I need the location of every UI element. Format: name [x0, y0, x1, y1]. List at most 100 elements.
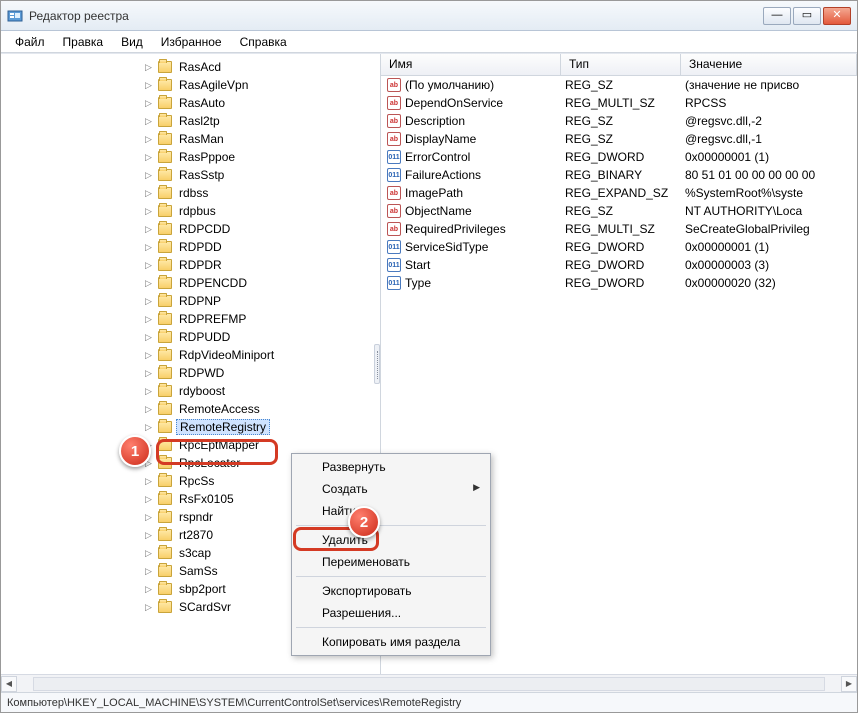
tree-node-label[interactable]: RDPNP: [176, 294, 224, 308]
value-row[interactable]: abDependOnServiceREG_MULTI_SZRPCSS: [381, 94, 857, 112]
value-row[interactable]: 011ErrorControlREG_DWORD0x00000001 (1): [381, 148, 857, 166]
tree-node[interactable]: ▷ RasPppoe: [141, 148, 380, 166]
tree-node[interactable]: ▷ RemoteRegistry: [141, 418, 380, 436]
value-row[interactable]: 011FailureActionsREG_BINARY80 51 01 00 0…: [381, 166, 857, 184]
menu-view[interactable]: Вид: [113, 33, 151, 51]
tree-node-label[interactable]: RemoteAccess: [176, 402, 263, 416]
expander-icon[interactable]: ▷: [143, 584, 154, 595]
value-name-cell[interactable]: 011FailureActions: [381, 168, 561, 182]
tree-node-label[interactable]: RpcLocator: [176, 456, 243, 470]
value-row[interactable]: 011TypeREG_DWORD0x00000020 (32): [381, 274, 857, 292]
tree-node-label[interactable]: SCardSvr: [176, 600, 234, 614]
expander-icon[interactable]: ▷: [143, 530, 154, 541]
value-name-cell[interactable]: 011ErrorControl: [381, 150, 561, 164]
minimize-button[interactable]: —: [763, 7, 791, 25]
tree-node-label[interactable]: RasAuto: [176, 96, 228, 110]
tree-node[interactable]: ▷RDPDD: [141, 238, 380, 256]
tree-node[interactable]: ▷RDPNP: [141, 292, 380, 310]
expander-icon[interactable]: ▷: [143, 206, 154, 217]
expander-icon[interactable]: ▷: [143, 404, 154, 415]
value-name-cell[interactable]: abDisplayName: [381, 132, 561, 146]
tree-node-label[interactable]: RDPDD: [176, 240, 225, 254]
tree-node[interactable]: ▷RasSstp: [141, 166, 380, 184]
tree-node-label[interactable]: RsFx0105: [176, 492, 237, 506]
expander-icon[interactable]: ▷: [143, 314, 154, 325]
ctx-delete[interactable]: Удалить: [294, 529, 488, 551]
value-name-cell[interactable]: abObjectName: [381, 204, 561, 218]
tree-node[interactable]: ▷RasAgileVpn: [141, 76, 380, 94]
ctx-find[interactable]: Найти...: [294, 500, 488, 522]
value-row[interactable]: ab(По умолчанию)REG_SZ(значение не присв…: [381, 76, 857, 94]
expander-icon[interactable]: ▷: [143, 386, 154, 397]
tree-node-label[interactable]: RDPENCDD: [176, 276, 250, 290]
value-name-cell[interactable]: abRequiredPrivileges: [381, 222, 561, 236]
expander-icon[interactable]: ▷: [143, 350, 154, 361]
tree-node-label[interactable]: RDPREFMP: [176, 312, 249, 326]
tree-node[interactable]: ▷ RDPWD: [141, 364, 380, 382]
tree-node[interactable]: ▷RDPCDD: [141, 220, 380, 238]
tree-h-scrollbar[interactable]: ◀ ▶: [1, 674, 857, 692]
tree-node-label[interactable]: rt2870: [176, 528, 216, 542]
tree-node-label[interactable]: RDPUDD: [176, 330, 233, 344]
expander-icon[interactable]: ▷: [143, 152, 154, 163]
expander-icon[interactable]: ▷: [143, 278, 154, 289]
scroll-right-icon[interactable]: ▶: [841, 676, 857, 692]
expander-icon[interactable]: ▷: [143, 512, 154, 523]
ctx-rename[interactable]: Переименовать: [294, 551, 488, 573]
tree-node-label[interactable]: RDPWD: [176, 366, 227, 380]
tree-node[interactable]: ▷ RDPENCDD: [141, 274, 380, 292]
value-row[interactable]: abRequiredPrivilegesREG_MULTI_SZSeCreate…: [381, 220, 857, 238]
value-row[interactable]: abImagePathREG_EXPAND_SZ%SystemRoot%\sys…: [381, 184, 857, 202]
tree-node-label[interactable]: RasAcd: [176, 60, 224, 74]
expander-icon[interactable]: ▷: [143, 422, 154, 433]
tree-node[interactable]: ▷ RasAuto: [141, 94, 380, 112]
list-header[interactable]: Имя Тип Значение: [381, 54, 857, 76]
tree-node-label[interactable]: RdpVideoMiniport: [176, 348, 277, 362]
tree-node-label[interactable]: RemoteRegistry: [176, 419, 270, 435]
tree-node[interactable]: ▷ Rasl2tp: [141, 112, 380, 130]
expander-icon[interactable]: ▷: [143, 134, 154, 145]
tree-node-label[interactable]: RpcSs: [176, 474, 217, 488]
maximize-button[interactable]: ▭: [793, 7, 821, 25]
expander-icon[interactable]: ▷: [143, 602, 154, 613]
expander-icon[interactable]: ▷: [143, 476, 154, 487]
expander-icon[interactable]: ▷: [143, 368, 154, 379]
ctx-create[interactable]: Создать: [294, 478, 488, 500]
value-row[interactable]: abDescriptionREG_SZ@regsvc.dll,-2: [381, 112, 857, 130]
tree-node[interactable]: ▷ RemoteAccess: [141, 400, 380, 418]
expander-icon[interactable]: ▷: [143, 566, 154, 577]
ctx-copy-key-name[interactable]: Копировать имя раздела: [294, 631, 488, 653]
tree-node-label[interactable]: RDPDR: [176, 258, 225, 272]
tree-node-label[interactable]: rdbss: [176, 186, 211, 200]
value-name-cell[interactable]: 011ServiceSidType: [381, 240, 561, 254]
value-name-cell[interactable]: 011Type: [381, 276, 561, 290]
close-button[interactable]: ✕: [823, 7, 851, 25]
tree-node-label[interactable]: s3cap: [176, 546, 214, 560]
tree-node[interactable]: ▷ RdpVideoMiniport: [141, 346, 380, 364]
tree-node-label[interactable]: Rasl2tp: [176, 114, 223, 128]
expander-icon[interactable]: ▷: [143, 494, 154, 505]
expander-icon[interactable]: ▷: [143, 116, 154, 127]
tree-node-label[interactable]: SamSs: [176, 564, 221, 578]
tree-node-label[interactable]: rdpbus: [176, 204, 219, 218]
expander-icon[interactable]: ▷: [143, 332, 154, 343]
expander-icon[interactable]: ▷: [143, 80, 154, 91]
expander-icon[interactable]: ▷: [143, 224, 154, 235]
ctx-export[interactable]: Экспортировать: [294, 580, 488, 602]
menu-file[interactable]: Файл: [7, 33, 53, 51]
column-value[interactable]: Значение: [681, 54, 857, 75]
expander-icon[interactable]: ▷: [143, 170, 154, 181]
tree-node-label[interactable]: RasPppoe: [176, 150, 238, 164]
expander-icon[interactable]: ▷: [143, 98, 154, 109]
scroll-track[interactable]: [33, 677, 825, 691]
tree-node[interactable]: ▷RasAcd: [141, 58, 380, 76]
expander-icon[interactable]: ▷: [143, 188, 154, 199]
menu-help[interactable]: Справка: [232, 33, 295, 51]
expander-icon[interactable]: ▷: [143, 548, 154, 559]
value-row[interactable]: abObjectNameREG_SZNT AUTHORITY\Loca: [381, 202, 857, 220]
value-name-cell[interactable]: abDescription: [381, 114, 561, 128]
value-name-cell[interactable]: ab(По умолчанию): [381, 78, 561, 92]
value-name-cell[interactable]: abDependOnService: [381, 96, 561, 110]
tree-node-label[interactable]: rdyboost: [176, 384, 228, 398]
tree-node[interactable]: ▷RDPDR: [141, 256, 380, 274]
